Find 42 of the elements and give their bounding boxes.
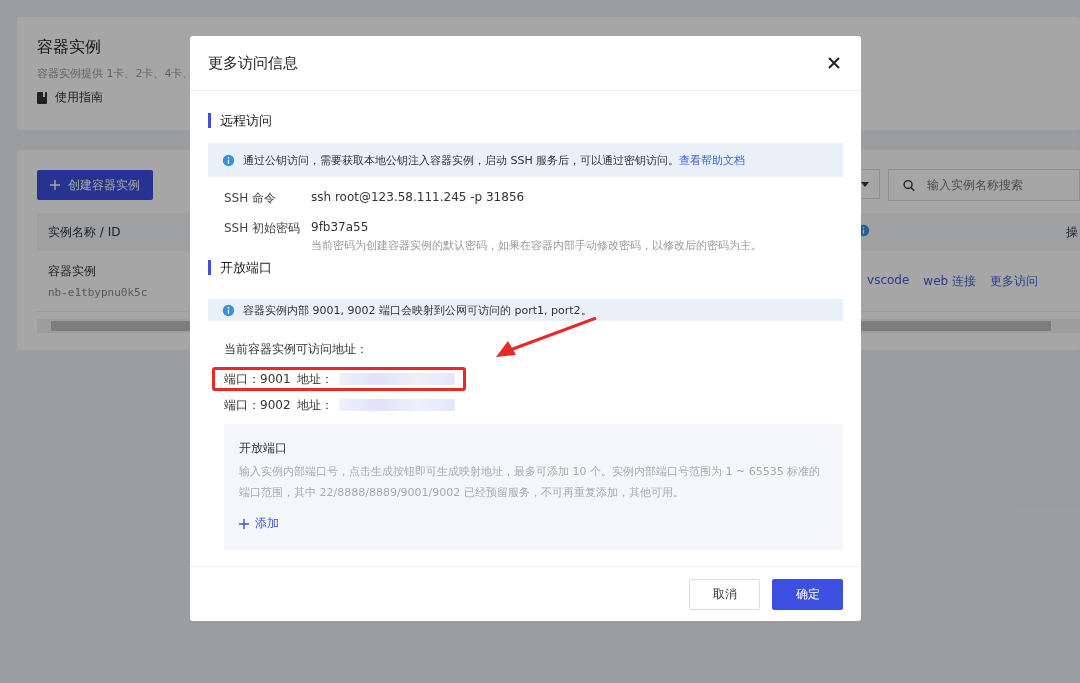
action-link[interactable]: web 连接 <box>923 272 976 290</box>
search-input[interactable]: 输入实例名称搜索 <box>925 177 1079 193</box>
field-value: 9fb37a55 <box>311 220 370 234</box>
panel-description: 输入实例内部端口号，点击生成按钮即可生成映射地址，最多可添加 10 个。实例内部端口号范围为 1 ~ 65535 标准的端口范围，其中 22/8888/8889/9001/9002 已经预留服务，不可再重复添加，其他可用。 <box>239 464 822 501</box>
guide-link[interactable]: 使用指南 <box>55 89 103 106</box>
add-button[interactable]: 添加 <box>239 515 279 532</box>
address-label: 地址： <box>296 396 333 414</box>
action-link[interactable]: 更多访问 <box>990 272 1038 290</box>
info-icon <box>222 153 235 167</box>
column-header: 实例名称 / ID <box>48 223 121 241</box>
book-icon <box>37 91 47 104</box>
field-hint: 当前密码为创建容器实例的默认密码，如果在容器内部手动修改密码，以修改后的密码为主。 <box>311 238 763 253</box>
page-description: 容器实例提供 1卡、2卡、4卡、 <box>37 66 195 81</box>
port-label: 端口：9001 <box>224 370 291 388</box>
instance-name: 容器实例 <box>48 263 97 280</box>
column-header: 操 <box>1066 223 1078 241</box>
plus-icon <box>50 180 60 190</box>
section-heading: 开放端口 <box>208 260 843 275</box>
action-link[interactable]: vscode <box>867 272 910 290</box>
port-label: 端口：9002 <box>224 396 291 414</box>
address-label: 地址： <box>296 370 333 388</box>
notice-text: 通过公钥访问，需要获取本地公钥注入容器实例，启动 SSH 服务后，可以通过密钥访问。查看帮助文档 <box>243 152 746 168</box>
section-heading: 远程访问 <box>208 113 843 128</box>
help-link[interactable]: 查看帮助文档 <box>679 153 746 167</box>
search-icon <box>903 178 915 192</box>
field-label: SSH 命令 <box>224 190 278 207</box>
field-label: SSH 初始密码 <box>224 220 302 237</box>
plus-icon <box>239 518 249 529</box>
close-icon[interactable] <box>827 56 841 70</box>
cancel-button[interactable]: 取消 <box>689 578 760 610</box>
panel-title: 开放端口 <box>239 440 288 457</box>
info-icon <box>222 303 235 317</box>
field-value: ssh root@123.58.111.245 -p 31856 <box>311 190 526 204</box>
page-title: 容器实例 <box>37 37 102 58</box>
address-label: 当前容器实例可访问地址： <box>224 341 369 358</box>
dialog-title: 更多访问信息 <box>208 53 298 73</box>
instance-id: nb-e1tbypnu0k5c <box>48 286 148 299</box>
create-button[interactable]: 创建容器实例 <box>37 170 153 200</box>
notice-text: 容器实例内部 9001, 9002 端口会映射到公网可访问的 port1, port2。 <box>243 302 592 318</box>
caret-icon <box>861 181 869 187</box>
search-field[interactable]: 输入实例名称搜索 <box>888 169 1080 201</box>
confirm-button[interactable]: 确定 <box>772 578 843 610</box>
